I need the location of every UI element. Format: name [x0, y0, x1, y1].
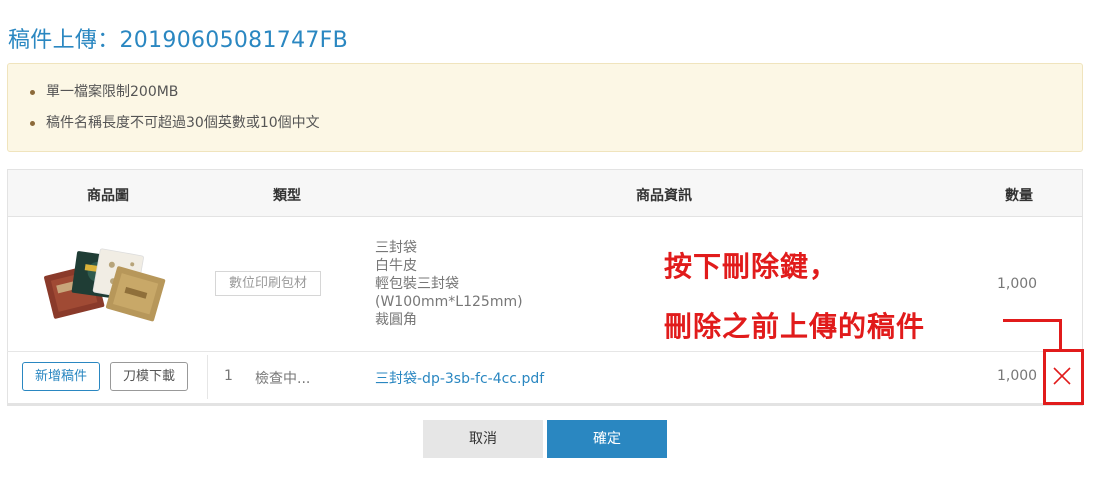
file-link[interactable]: 三封袋-dp-3sb-fc-4cc.pdf	[375, 368, 544, 388]
notice-list: 單一檔案限制200MB 稿件名稱長度不可超過30個英數或10個中文	[8, 64, 1082, 141]
product-image	[44, 248, 166, 322]
notice-item: 稿件名稱長度不可超過30個英數或10個中文	[30, 110, 1082, 141]
product-info: 三封袋 白牛皮 輕包裝三封袋 (W100mm*L125mm) 裁圓角	[375, 239, 523, 329]
confirm-button[interactable]: 確定	[547, 420, 667, 458]
add-file-button[interactable]: 新增稿件	[22, 362, 100, 391]
header-quantity: 數量	[1005, 188, 1033, 204]
page-title: 稿件上傳：20190605081747FB	[8, 28, 349, 53]
header-product-info: 商品資訊	[636, 188, 692, 204]
file-quantity: 1,000	[997, 368, 1038, 384]
product-info-line: 輕包裝三封袋	[375, 276, 459, 292]
table-header: 商品圖 類型 商品資訊 數量	[8, 170, 1082, 217]
product-info-line: 三封袋	[375, 240, 417, 256]
close-icon[interactable]	[1051, 364, 1073, 388]
upload-notice: 單一檔案限制200MB 稿件名稱長度不可超過30個英數或10個中文	[7, 63, 1083, 152]
column-divider	[207, 355, 208, 399]
header-type: 類型	[273, 188, 301, 204]
annotation-leader-line	[1003, 319, 1062, 350]
file-status: 檢查中...	[255, 371, 311, 387]
cancel-button[interactable]: 取消	[423, 420, 543, 458]
row-divider	[7, 351, 1083, 352]
annotation-text: 刪除之前上傳的稿件	[664, 310, 926, 343]
annotation-text: 按下刪除鍵，	[664, 250, 839, 283]
header-product-image: 商品圖	[87, 188, 129, 204]
product-info-line: 白牛皮	[375, 258, 417, 274]
file-index: 1	[224, 368, 233, 384]
product-quantity: 1,000	[997, 276, 1038, 292]
product-info-line: (W100mm*L125mm)	[375, 294, 523, 310]
product-info-line: 裁圓角	[375, 312, 417, 328]
notice-item: 單一檔案限制200MB	[30, 79, 1082, 110]
product-type-badge: 數位印刷包材	[215, 271, 321, 296]
die-cut-download-button[interactable]: 刀模下載	[110, 362, 188, 391]
